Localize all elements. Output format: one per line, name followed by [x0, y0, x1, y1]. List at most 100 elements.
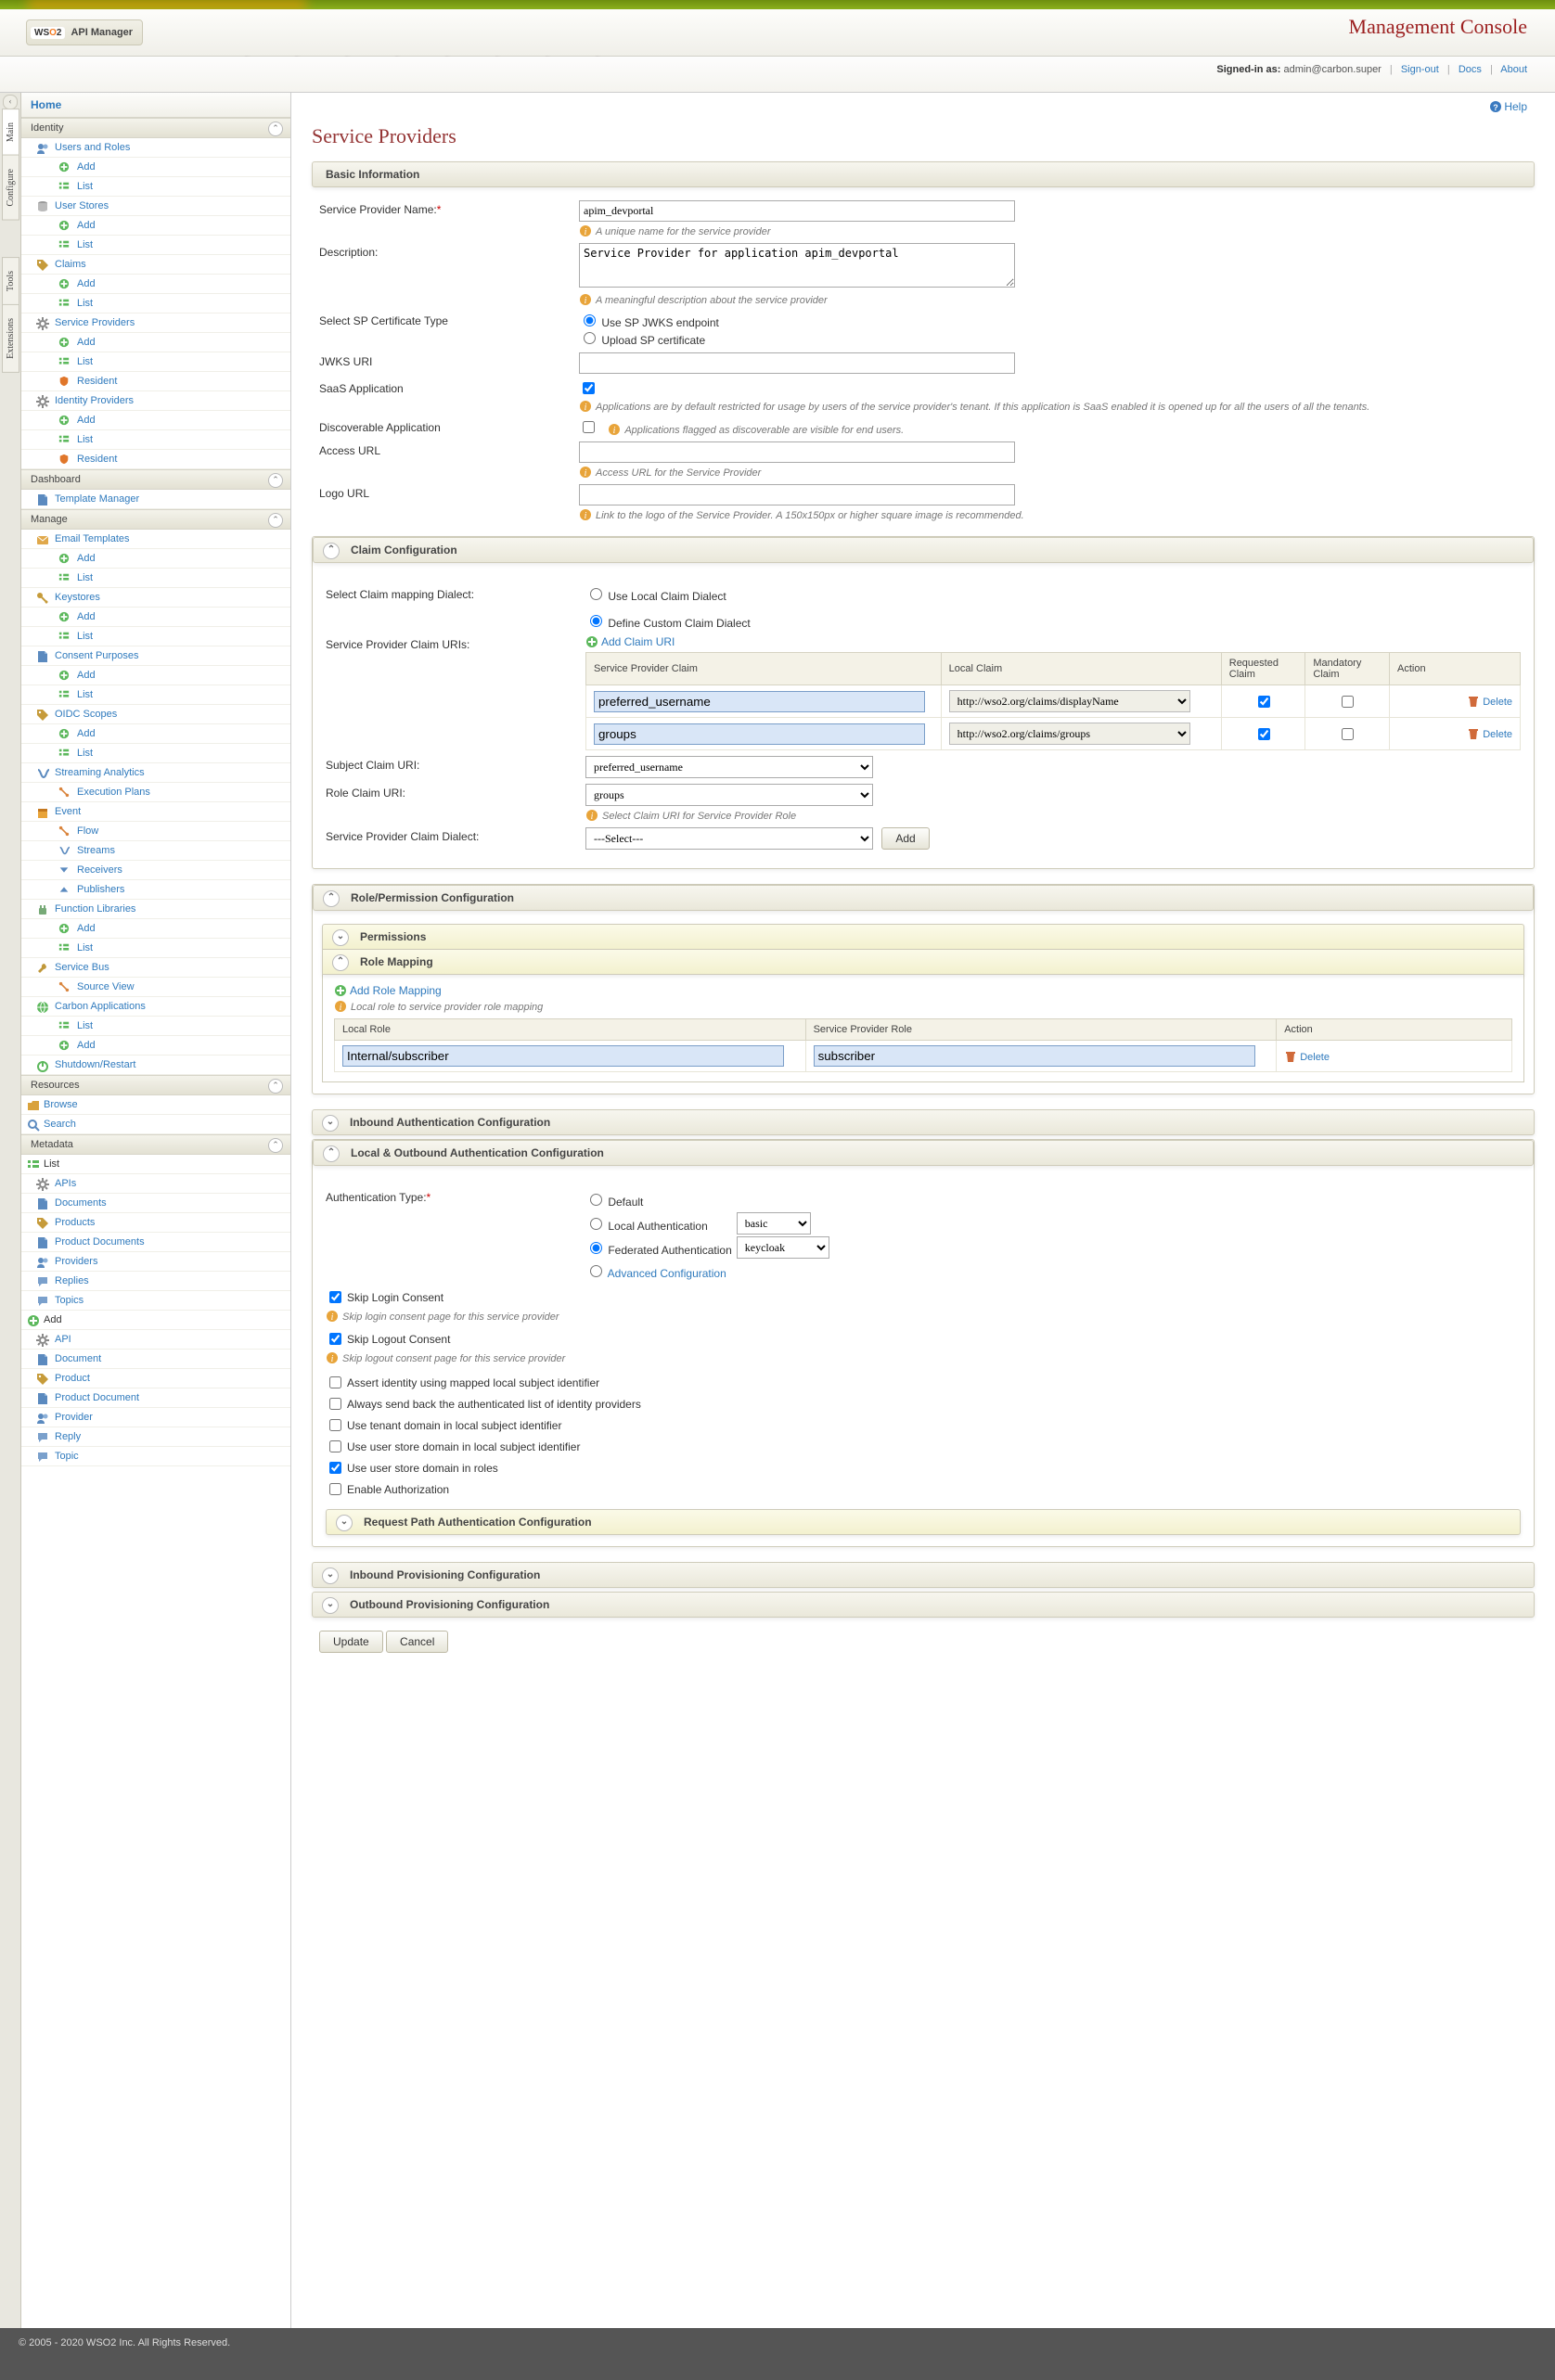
skip-login-checkbox[interactable] [329, 1291, 341, 1303]
subject-claim-select[interactable]: preferred_username [585, 756, 873, 778]
help-link[interactable]: Help [1489, 100, 1527, 113]
cancel-button[interactable]: Cancel [386, 1631, 448, 1653]
collapse-toggle-icon[interactable]: ⌃ [323, 1145, 340, 1162]
nav-receivers[interactable]: Receivers [21, 861, 290, 880]
product-logo[interactable]: WSO2 API Manager [26, 19, 143, 45]
logo-url-input[interactable] [579, 484, 1015, 505]
nav-consent-add[interactable]: Add [21, 666, 290, 685]
section-request-path-auth[interactable]: ⌄Request Path Authentication Configurati… [326, 1509, 1521, 1535]
nav-search[interactable]: Search [21, 1115, 290, 1134]
add-claim-uri-link[interactable]: Add Claim URI [585, 635, 675, 648]
cert-jwks-radio[interactable] [584, 314, 596, 326]
expand-toggle-icon[interactable]: ⌄ [322, 1567, 339, 1584]
nav-claims[interactable]: Claims [21, 255, 290, 275]
nav-md-add-document[interactable]: Document [21, 1350, 290, 1369]
nav-oidc-scopes[interactable]: OIDC Scopes [21, 705, 290, 724]
add-dialect-button[interactable]: Add [881, 827, 929, 850]
nav-keystores[interactable]: Keystores [21, 588, 290, 608]
nav-md-add-provider[interactable]: Provider [21, 1408, 290, 1427]
collapse-icon[interactable]: ⌃ [268, 513, 283, 528]
nav-md-topics[interactable]: Topics [21, 1291, 290, 1311]
nav-userstores-list[interactable]: List [21, 236, 290, 255]
vtab-extensions[interactable]: Extensions [2, 304, 19, 373]
collapse-icon[interactable]: ⌃ [268, 122, 283, 136]
nav-function-libraries[interactable]: Function Libraries [21, 900, 290, 919]
vtab-configure[interactable]: Configure [2, 155, 19, 221]
expand-toggle-icon[interactable]: ⌄ [336, 1515, 353, 1531]
nav-template-manager[interactable]: Template Manager [21, 490, 290, 509]
nav-home[interactable]: Home [21, 93, 290, 118]
nav-userstores-add[interactable]: Add [21, 216, 290, 236]
add-role-mapping-link[interactable]: Add Role Mapping [334, 984, 442, 997]
nav-users-roles[interactable]: Users and Roles [21, 138, 290, 158]
nav-md-add-product-document[interactable]: Product Document [21, 1388, 290, 1408]
nav-service-bus[interactable]: Service Bus [21, 958, 290, 978]
role-claim-select[interactable]: groups [585, 784, 873, 806]
nav-md-products[interactable]: Products [21, 1213, 290, 1233]
access-url-input[interactable] [579, 441, 1015, 463]
saas-checkbox[interactable] [583, 382, 595, 394]
nav-md-documents[interactable]: Documents [21, 1194, 290, 1213]
about-link[interactable]: About [1500, 64, 1527, 75]
nav-keystores-list[interactable]: List [21, 627, 290, 646]
sp-name-input[interactable] [579, 200, 1015, 222]
dialect-custom-radio[interactable] [590, 615, 602, 627]
section-inbound-auth[interactable]: ⌄Inbound Authentication Configuration [312, 1109, 1535, 1135]
vtab-tools[interactable]: Tools [2, 257, 19, 305]
nav-streaming-analytics[interactable]: Streaming Analytics [21, 763, 290, 783]
requested-checkbox[interactable] [1258, 728, 1270, 740]
nav-service-providers[interactable]: Service Providers [21, 313, 290, 333]
nav-users-add[interactable]: Add [21, 158, 290, 177]
nav-fn-list[interactable]: List [21, 939, 290, 958]
nav-carbon-add[interactable]: Add [21, 1036, 290, 1056]
authtype-default-radio[interactable] [590, 1194, 602, 1206]
nav-md-add-api[interactable]: API [21, 1330, 290, 1350]
nav-idp-resident[interactable]: Resident [21, 450, 290, 469]
nav-md-providers[interactable]: Providers [21, 1252, 290, 1272]
section-claim-config[interactable]: ⌃Claim Configuration [313, 537, 1534, 563]
cert-upload-radio[interactable] [584, 332, 596, 344]
sp-claim-input[interactable] [594, 691, 925, 712]
nav-streams[interactable]: Streams [21, 841, 290, 861]
nav-shutdown[interactable]: Shutdown/Restart [21, 1056, 290, 1075]
nav-oidc-add[interactable]: Add [21, 724, 290, 744]
nav-claims-list[interactable]: List [21, 294, 290, 313]
nav-md-product-documents[interactable]: Product Documents [21, 1233, 290, 1252]
section-role-permission[interactable]: ⌃Role/Permission Configuration [313, 885, 1534, 911]
local-role-input[interactable] [342, 1045, 784, 1067]
nav-execution-plans[interactable]: Execution Plans [21, 783, 290, 802]
jwks-input[interactable] [579, 352, 1015, 374]
delete-role-mapping-link[interactable]: Delete [1284, 1052, 1330, 1063]
nav-publishers[interactable]: Publishers [21, 880, 290, 900]
collapse-toggle-icon[interactable]: ⌃ [323, 543, 340, 559]
expand-toggle-icon[interactable]: ⌄ [322, 1115, 339, 1132]
nav-md-replies[interactable]: Replies [21, 1272, 290, 1291]
authtype-advanced-radio[interactable] [590, 1265, 602, 1277]
nav-email-templates[interactable]: Email Templates [21, 530, 290, 549]
nav-sp-resident[interactable]: Resident [21, 372, 290, 391]
nav-user-stores[interactable]: User Stores [21, 197, 290, 216]
nav-idp-list[interactable]: List [21, 430, 290, 450]
mandatory-checkbox[interactable] [1342, 696, 1354, 708]
section-inbound-provisioning[interactable]: ⌄Inbound Provisioning Configuration [312, 1562, 1535, 1588]
local-auth-select[interactable]: basic [737, 1212, 811, 1235]
nav-identity-providers[interactable]: Identity Providers [21, 391, 290, 411]
nav-md-apis[interactable]: APIs [21, 1174, 290, 1194]
skip-logout-checkbox[interactable] [329, 1333, 341, 1345]
nav-consent-purposes[interactable]: Consent Purposes [21, 646, 290, 666]
collapse-nav-toggle[interactable]: ‹ [3, 95, 18, 109]
collapse-icon[interactable]: ⌃ [268, 1138, 283, 1153]
nav-consent-list[interactable]: List [21, 685, 290, 705]
nav-carbon-list[interactable]: List [21, 1017, 290, 1036]
federated-auth-select[interactable]: keycloak [737, 1236, 829, 1259]
mandatory-checkbox[interactable] [1342, 728, 1354, 740]
collapse-toggle-icon[interactable]: ⌃ [323, 890, 340, 907]
nav-flow[interactable]: Flow [21, 822, 290, 841]
collapse-icon[interactable]: ⌃ [268, 1079, 283, 1094]
tenant-domain-checkbox[interactable] [329, 1419, 341, 1431]
nav-sp-add[interactable]: Add [21, 333, 290, 352]
section-outbound-auth[interactable]: ⌃Local & Outbound Authentication Configu… [313, 1140, 1534, 1166]
section-permissions[interactable]: ⌄Permissions [322, 924, 1524, 950]
nav-keystores-add[interactable]: Add [21, 608, 290, 627]
requested-checkbox[interactable] [1258, 696, 1270, 708]
